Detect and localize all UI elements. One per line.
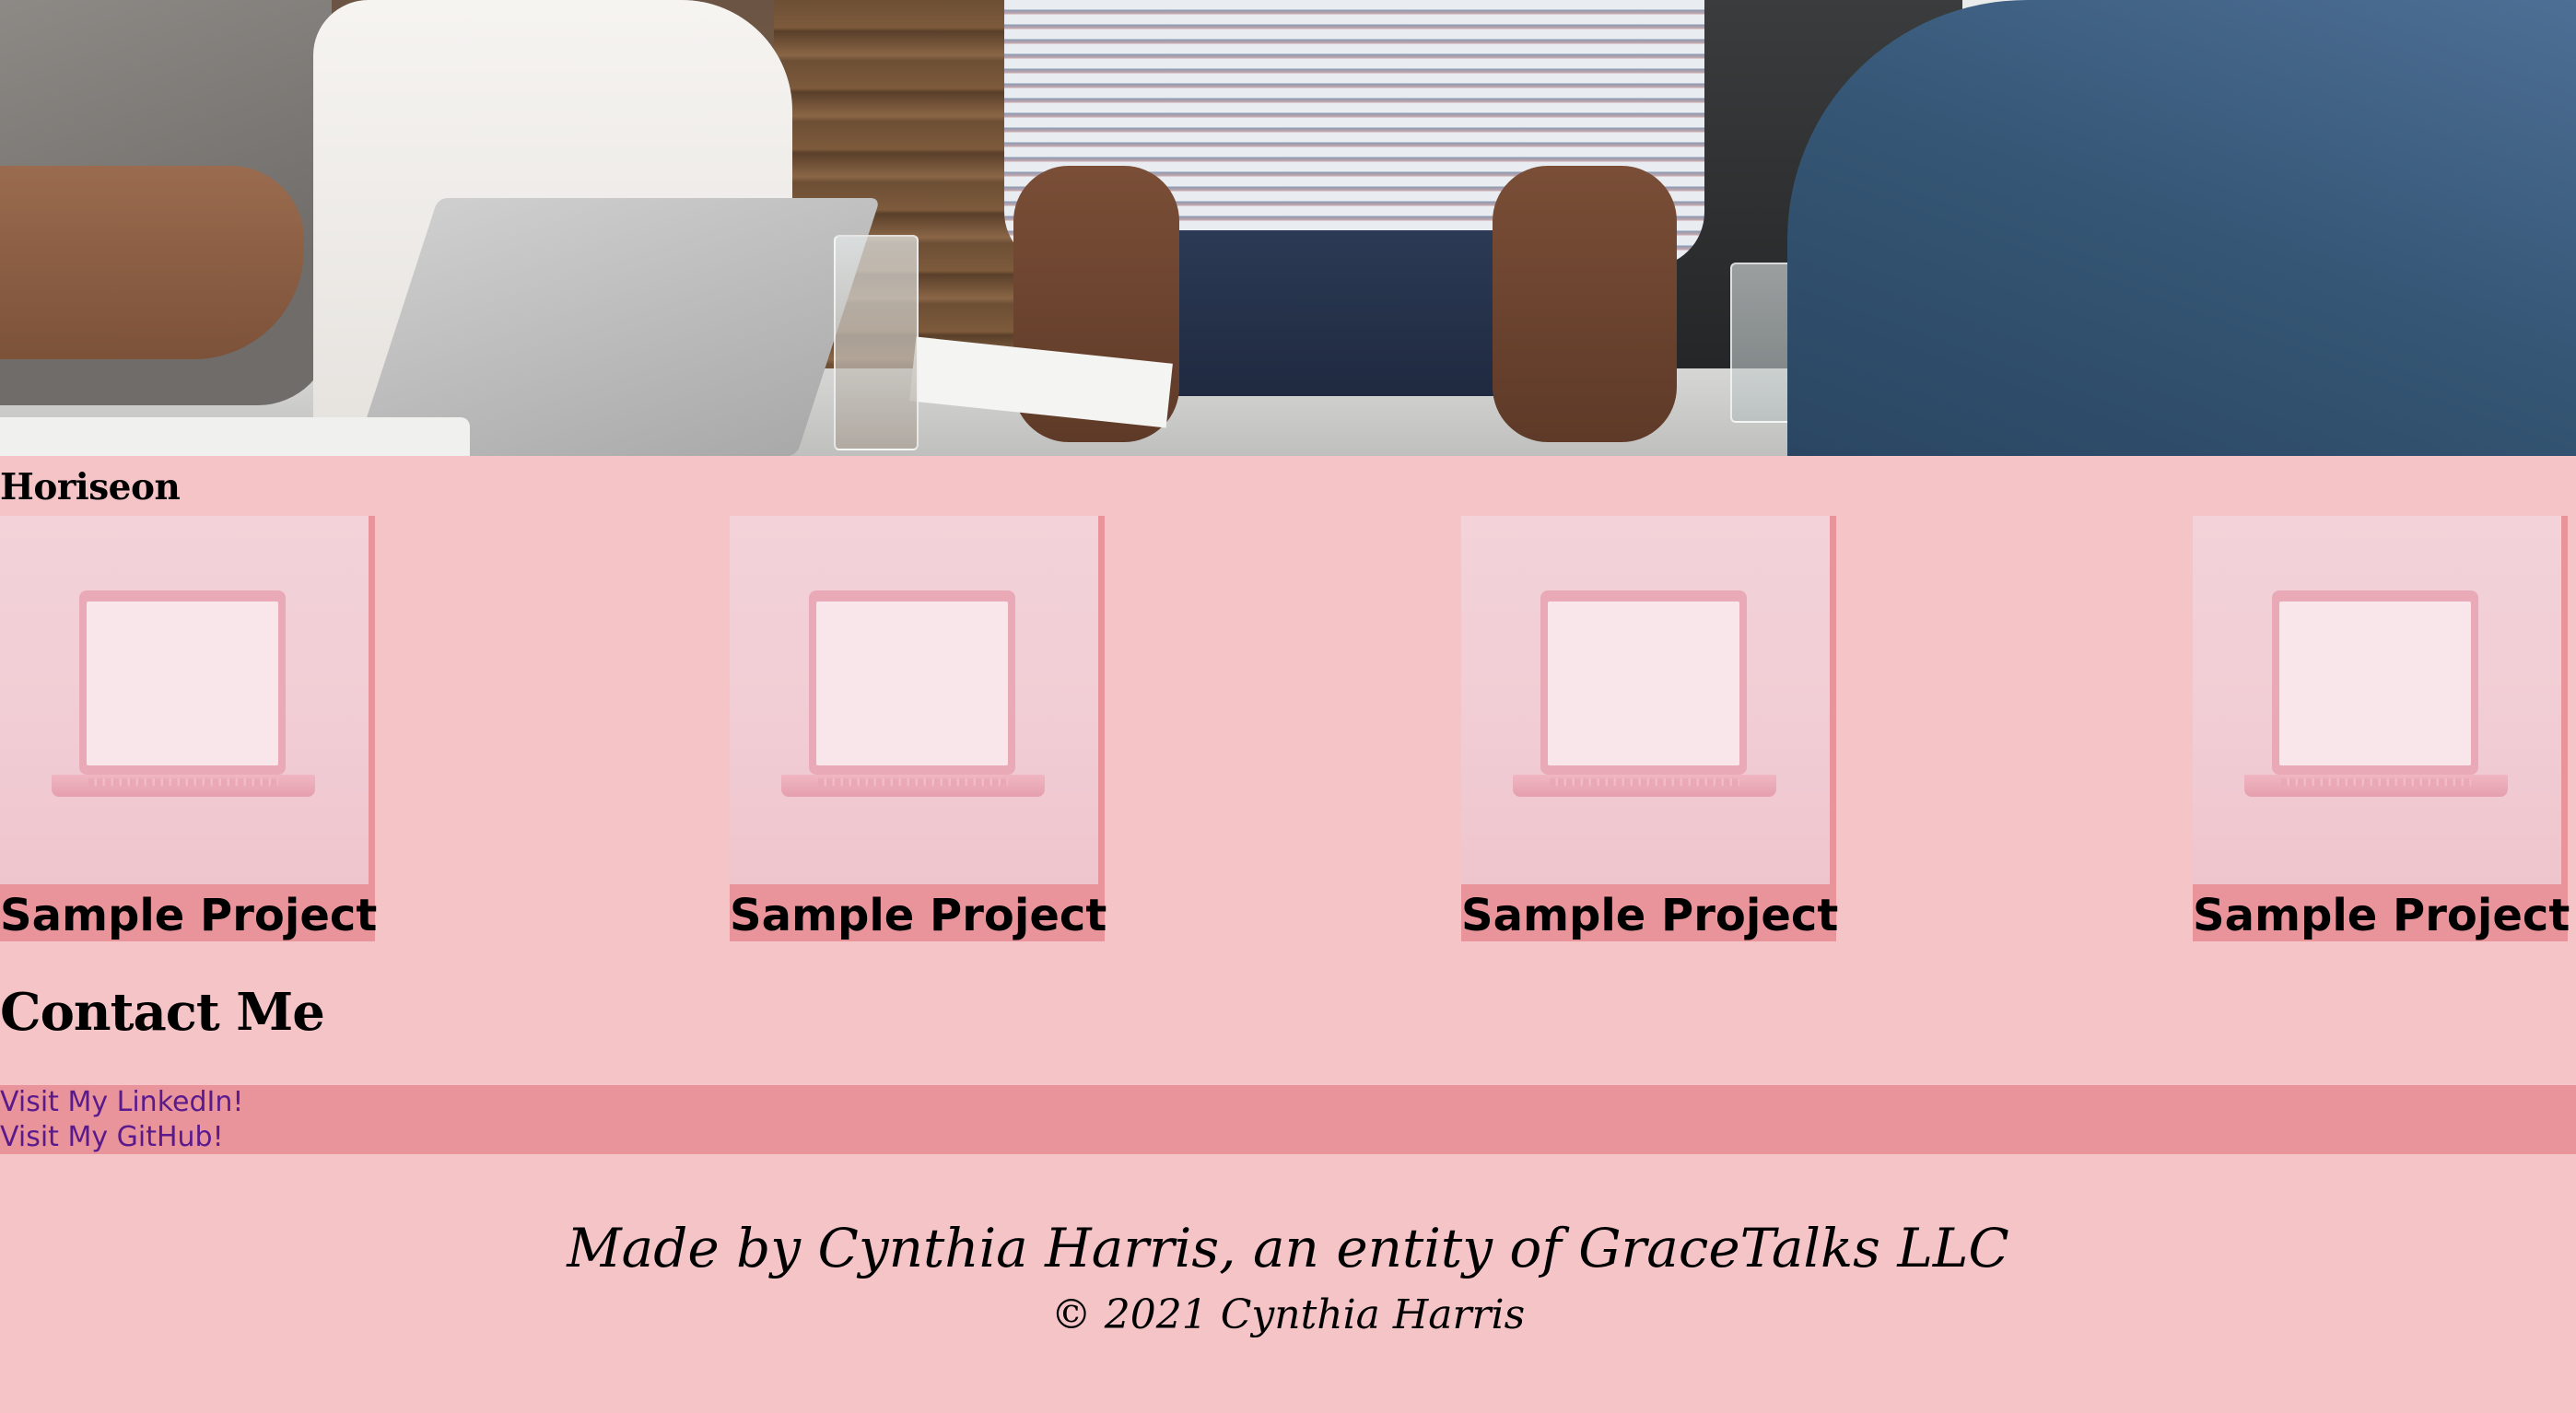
- project-title: Sample Project: [730, 884, 1107, 941]
- footer: Made by Cynthia Harris, an entity of Gra…: [0, 1211, 2576, 1346]
- hero-water-glass: [834, 235, 919, 450]
- laptop-icon[interactable]: [2193, 516, 2568, 884]
- site-brand: Horiseon: [0, 466, 181, 508]
- project-title: Sample Project: [2193, 884, 2570, 941]
- laptop-screen: [1540, 590, 1747, 775]
- laptop-display: [816, 601, 1008, 765]
- hero-image: [0, 0, 2576, 456]
- project-card[interactable]: Sample Project: [1461, 516, 1838, 941]
- laptop-display: [1548, 601, 1739, 765]
- hero-person-denim-shirt: [1787, 0, 2576, 456]
- project-card[interactable]: Sample Project: [0, 516, 377, 941]
- github-link[interactable]: Visit My GitHub!: [0, 1120, 2576, 1155]
- laptop-screen: [79, 590, 286, 775]
- project-card[interactable]: Sample Project: [730, 516, 1107, 941]
- laptop-display: [2279, 601, 2471, 765]
- project-card[interactable]: Sample Project: [2193, 516, 2570, 941]
- laptop-keyboard: [2281, 778, 2471, 786]
- project-title: Sample Project: [0, 884, 377, 941]
- contact-heading: Contact Me: [0, 982, 325, 1043]
- footer-copyright: © 2021 Cynthia Harris: [1050, 1291, 1526, 1338]
- hero-arm: [0, 166, 304, 359]
- laptop-icon[interactable]: [730, 516, 1105, 884]
- laptop-screen: [2272, 590, 2478, 775]
- laptop-screen: [809, 590, 1015, 775]
- footer-credit: Made by Cynthia Harris, an entity of Gra…: [567, 1217, 2009, 1279]
- laptop-keyboard: [1550, 778, 1739, 786]
- laptop-keyboard: [818, 778, 1008, 786]
- laptop-display: [87, 601, 278, 765]
- project-title: Sample Project: [1461, 884, 1838, 941]
- contact-links: Visit My LinkedIn! Visit My GitHub!: [0, 1085, 2576, 1154]
- hero-arm-right: [1493, 166, 1677, 442]
- hero-corner-tab: [0, 417, 470, 456]
- laptop-icon[interactable]: [1461, 516, 1836, 884]
- laptop-icon[interactable]: [0, 516, 375, 884]
- linkedin-link[interactable]: Visit My LinkedIn!: [0, 1085, 2576, 1120]
- laptop-keyboard: [88, 778, 278, 786]
